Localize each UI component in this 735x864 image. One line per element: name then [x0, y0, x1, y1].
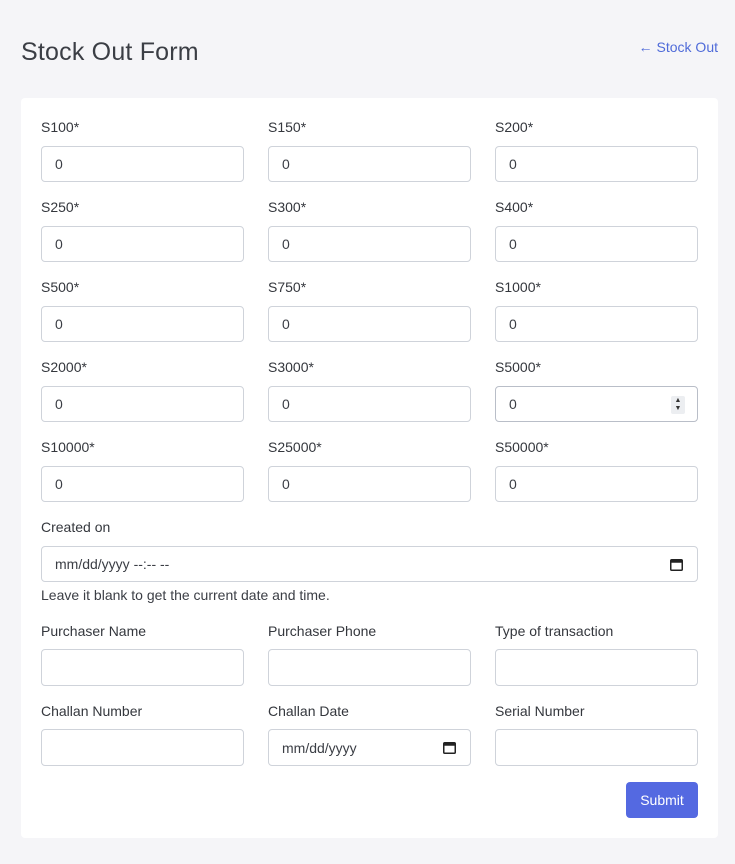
- challan-date-input[interactable]: mm/dd/yyyy: [268, 729, 471, 766]
- arrow-left-icon: ←: [638, 39, 653, 55]
- s100-value: 0: [55, 156, 63, 172]
- created-on-placeholder: mm/dd/yyyy --:-- --: [55, 556, 170, 572]
- serial-number-input[interactable]: [495, 729, 698, 766]
- purchaser-phone-input[interactable]: [268, 649, 471, 686]
- label-s200: S200*: [495, 119, 534, 135]
- s400-input[interactable]: 0: [495, 226, 698, 262]
- s50000-input[interactable]: 0: [495, 466, 698, 502]
- label-s300: S300*: [268, 199, 307, 215]
- label-s25000: S25000*: [268, 439, 322, 455]
- label-challan-number: Challan Number: [41, 703, 143, 719]
- label-challan-date: Challan Date: [268, 703, 349, 719]
- s1000-value: 0: [509, 316, 517, 332]
- s50000-value: 0: [509, 476, 517, 492]
- s250-value: 0: [55, 236, 63, 252]
- label-s750: S750*: [268, 279, 307, 295]
- s3000-input[interactable]: 0: [268, 386, 471, 422]
- s750-value: 0: [282, 316, 290, 332]
- label-purchaser-name: Purchaser Name: [41, 623, 147, 639]
- s2000-input[interactable]: 0: [41, 386, 244, 422]
- label-s2000: S2000*: [41, 359, 87, 375]
- s2000-value: 0: [55, 396, 63, 412]
- purchaser-name-input[interactable]: [41, 649, 244, 686]
- label-s5000: S5000*: [495, 359, 541, 375]
- label-s400: S400*: [495, 199, 534, 215]
- calendar-icon[interactable]: [670, 558, 683, 571]
- back-to-stock-out-link[interactable]: ← Stock Out: [639, 39, 718, 55]
- label-purchaser-phone: Purchaser Phone: [268, 623, 377, 639]
- s750-input[interactable]: 0: [268, 306, 471, 342]
- s100-input[interactable]: 0: [41, 146, 244, 182]
- back-link-label: Stock Out: [656, 39, 718, 55]
- label-s500: S500*: [41, 279, 80, 295]
- transaction-type-input[interactable]: [495, 649, 698, 686]
- label-created-on: Created on: [41, 519, 111, 535]
- created-on-help-text: Leave it blank to get the current date a…: [41, 587, 330, 603]
- challan-number-input[interactable]: [41, 729, 244, 766]
- s400-value: 0: [509, 236, 517, 252]
- s500-value: 0: [55, 316, 63, 332]
- s25000-value: 0: [282, 476, 290, 492]
- number-spinner-icon[interactable]: ▲ ▼: [671, 396, 685, 414]
- created-on-datetime-input[interactable]: mm/dd/yyyy --:-- --: [41, 546, 698, 582]
- label-serial-number: Serial Number: [495, 703, 585, 719]
- s10000-value: 0: [55, 476, 63, 492]
- label-s10000: S10000*: [41, 439, 95, 455]
- s150-value: 0: [282, 156, 290, 172]
- s300-input[interactable]: 0: [268, 226, 471, 262]
- s10000-input[interactable]: 0: [41, 466, 244, 502]
- label-s250: S250*: [41, 199, 80, 215]
- label-s100: S100*: [41, 119, 80, 135]
- s1000-input[interactable]: 0: [495, 306, 698, 342]
- s5000-value: 0: [509, 396, 517, 412]
- s25000-input[interactable]: 0: [268, 466, 471, 502]
- label-s150: S150*: [268, 119, 307, 135]
- s250-input[interactable]: 0: [41, 226, 244, 262]
- s150-input[interactable]: 0: [268, 146, 471, 182]
- label-s1000: S1000*: [495, 279, 541, 295]
- s3000-value: 0: [282, 396, 290, 412]
- form-card: S100* 0 S150* 0 S200* 0 S250* 0 S300* 0 …: [21, 98, 718, 838]
- label-s3000: S3000*: [268, 359, 314, 375]
- s5000-input[interactable]: 0 ▲ ▼: [495, 386, 698, 422]
- spin-up-icon[interactable]: ▲: [675, 397, 682, 405]
- s500-input[interactable]: 0: [41, 306, 244, 342]
- spin-down-icon[interactable]: ▼: [675, 405, 682, 413]
- challan-date-placeholder: mm/dd/yyyy: [282, 739, 357, 756]
- label-transaction-type: Type of transaction: [495, 623, 614, 639]
- s300-value: 0: [282, 236, 290, 252]
- s200-value: 0: [509, 156, 517, 172]
- s200-input[interactable]: 0: [495, 146, 698, 182]
- calendar-icon[interactable]: [443, 741, 456, 754]
- page-title: Stock Out Form: [21, 38, 199, 66]
- submit-button[interactable]: Submit: [626, 782, 698, 818]
- label-s50000: S50000*: [495, 439, 549, 455]
